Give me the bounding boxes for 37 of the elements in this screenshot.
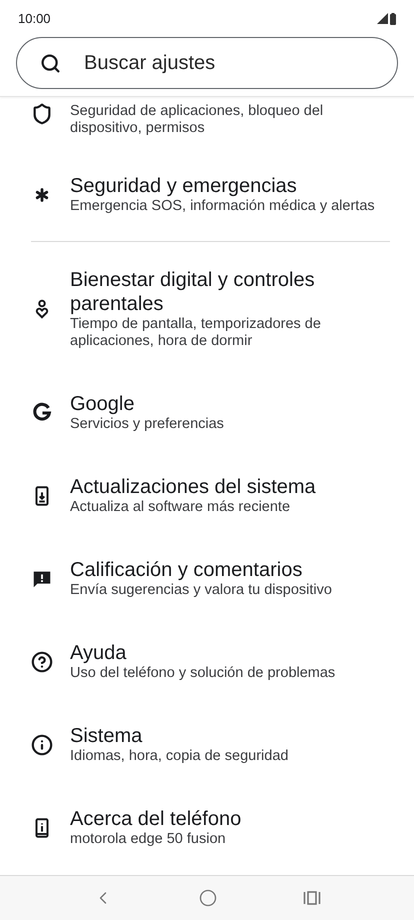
signal-icon	[377, 13, 388, 24]
settings-item[interactable]: Actualizaciones del sistema Actualiza al software más reciente	[0, 454, 414, 537]
status-time: 10:00	[18, 10, 51, 28]
item-subtitle: Emergencia SOS, información médica y alertas	[70, 198, 375, 215]
search-icon	[40, 53, 61, 74]
item-title: Bienestar digital y controles parentales	[70, 268, 316, 316]
item-subtitle: Tiempo de pantalla, temporizadores de aplicaciones, hora de dormir	[70, 316, 322, 350]
item-subtitle: Actualiza al software más reciente	[70, 499, 292, 516]
item-subtitle: Seguridad de aplicaciones, bloqueo del dispositivo, permisos	[70, 103, 324, 137]
settings-item[interactable]: Calificación y comentarios Envía sugerencias y valora tu dispositivo	[0, 537, 414, 620]
item-title: Calificación y comentarios	[70, 558, 304, 582]
item-subtitle: Uso del teléfono y solución de problemas	[70, 665, 336, 682]
shield-icon	[31, 103, 53, 125]
item-subtitle: motorola edge 50 fusion	[70, 831, 227, 848]
home-icon[interactable]	[199, 889, 217, 907]
settings-item[interactable]: Bienestar digital y controles parentales Tiempo de pantalla, temporizadores de aplicaciones, hora de dormir	[0, 247, 414, 371]
item-title: Ayuda	[70, 641, 128, 665]
settings-item[interactable]: Ayuda Uso del teléfono y solución de problemas	[0, 620, 414, 703]
item-title: Acerca del teléfono	[70, 807, 242, 831]
settings-item[interactable]: Sistema Idiomas, hora, copia de seguridad	[0, 703, 414, 786]
settings-item[interactable]: Google Servicios y preferencias	[0, 371, 414, 454]
item-title: Sistema	[70, 724, 144, 748]
g-logo-icon	[31, 402, 53, 424]
info-icon	[31, 734, 53, 756]
item-subtitle: Envía sugerencias y valora tu dispositivo	[70, 582, 332, 599]
settings-item[interactable]: Seguridad de aplicaciones, bloqueo del dispositivo, permisos	[0, 97, 414, 153]
item-title: Google	[70, 392, 136, 416]
item-subtitle: Servicios y preferencias	[70, 416, 224, 433]
settings-item[interactable]: Acerca del teléfono motorola edge 50 fusion	[0, 786, 414, 869]
settings-item[interactable]: Seguridad y emergencias Emergencia SOS, información médica y alertas	[0, 153, 414, 236]
item-title: Actualizaciones del sistema	[70, 475, 316, 499]
item-subtitle: Idiomas, hora, copia de seguridad	[70, 748, 288, 765]
battery-icon	[390, 12, 396, 24]
search-field[interactable]: Buscar ajustes	[16, 37, 398, 89]
item-title: Seguridad y emergencias	[70, 174, 298, 198]
recent-apps-icon[interactable]	[303, 891, 321, 905]
help-icon	[31, 650, 53, 672]
